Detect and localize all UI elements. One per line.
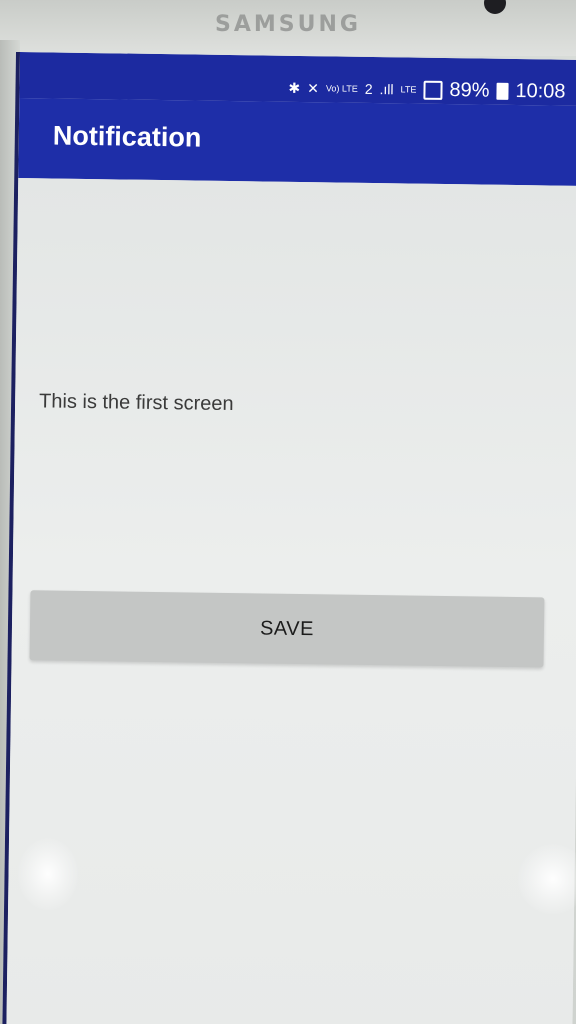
screen-box-icon: [423, 80, 443, 100]
content-area: This is the first screen SAVE: [6, 178, 576, 1024]
phone-bezel: SAMSUNG: [0, 0, 576, 56]
device-brand: SAMSUNG: [215, 12, 361, 37]
save-button[interactable]: SAVE: [29, 590, 545, 668]
volte-icon: Vo) LTE: [325, 82, 358, 94]
screen-message: This is the first screen: [38, 390, 234, 416]
phone-screen: ✱ ✕ Vo) LTE 2 .ıll LTE 89% 10:08 Notific…: [2, 52, 576, 1024]
bluetooth-icon: ✱: [288, 79, 301, 96]
battery-icon: [496, 82, 509, 100]
photo-frame: SAMSUNG ✱ ✕ Vo) LTE 2 .ıll LTE 89% 10:08…: [0, 0, 576, 1024]
signal-icon: .ıll: [379, 81, 394, 98]
mute-icon: ✕: [307, 80, 320, 97]
status-icons: ✱ ✕ Vo) LTE 2 .ıll LTE 89% 10:08: [288, 78, 566, 103]
app-bar: Notification: [18, 98, 576, 186]
sim-2-icon: 2: [364, 80, 373, 97]
battery-percent: 89%: [449, 79, 490, 102]
lte-icon: LTE: [400, 83, 417, 95]
screen-glare-left: [18, 838, 78, 910]
clock: 10:08: [515, 79, 566, 103]
status-bar: ✱ ✕ Vo) LTE 2 .ıll LTE 89% 10:08: [19, 52, 576, 106]
app-title: Notification: [52, 120, 202, 153]
